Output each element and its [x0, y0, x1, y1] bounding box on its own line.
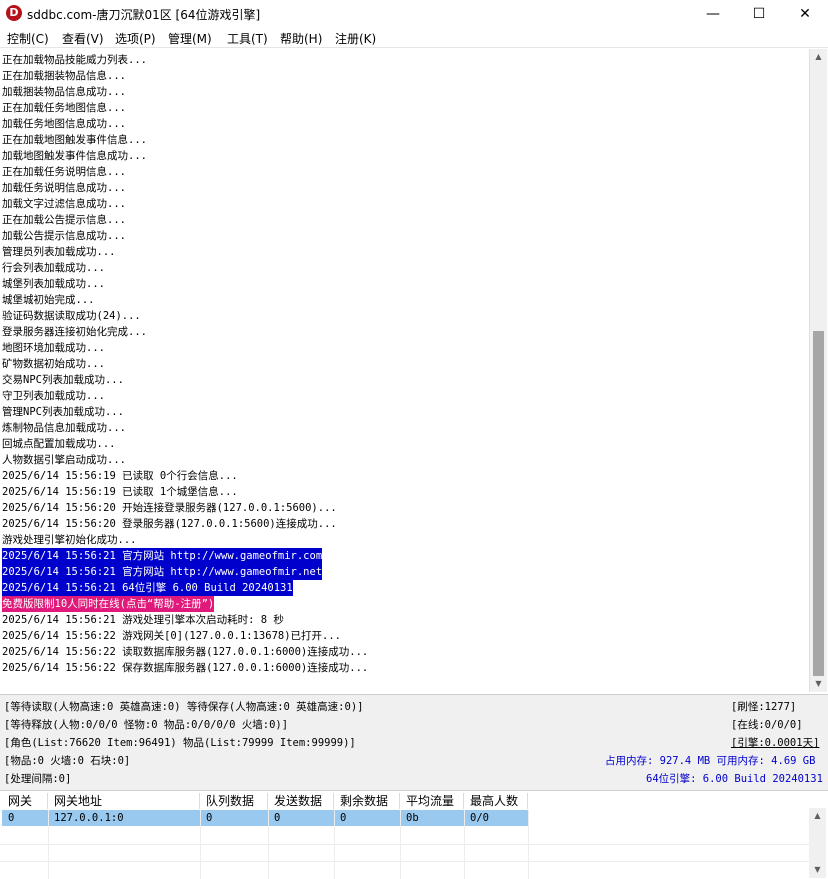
- log-line: 2025/6/14 15:56:22 读取数据库服务器(127.0.0.1:60…: [2, 646, 369, 658]
- log-line: 2025/6/14 15:56:20 开始连接登录服务器(127.0.0.1:5…: [2, 502, 337, 514]
- column-divider: [464, 810, 465, 879]
- log-line: 炼制物品信息加载成功...: [2, 422, 126, 434]
- scroll-up-icon[interactable]: ▲: [810, 49, 827, 65]
- status-version: 64位引擎: 6.00 Build 20240131: [646, 773, 823, 785]
- log-line: 2025/6/14 15:56:21 64位引擎 6.00 Build 2024…: [2, 580, 293, 596]
- log-panel[interactable]: 正在加载物品技能威力列表... 正在加载捆装物品信息... 加载捆装物品信息成功..…: [1, 49, 809, 692]
- menu-tools[interactable]: 工具(T): [227, 30, 268, 47]
- app-logo-icon: D: [6, 5, 22, 21]
- log-line: 管理员列表加载成功...: [2, 246, 116, 258]
- column-divider: [268, 810, 269, 879]
- log-line: 2025/6/14 15:56:21 官方网站 http://www.gameo…: [2, 564, 323, 580]
- table-scrollbar[interactable]: ▲ ▼: [809, 808, 826, 878]
- menu-bar: 控制(C) 查看(V) 选项(P) 管理(M) 工具(T) 帮助(H) 注册(K…: [0, 28, 828, 48]
- cell-max-players: 0/0: [470, 812, 489, 824]
- status-panel: [等待读取(人物高速:0 英雄高速:0) 等待保存(人物高速:0 英雄高速:0)…: [0, 694, 828, 791]
- status-refresh-monster: [刷怪:1277]: [731, 701, 797, 713]
- log-line: 正在加载物品技能威力列表...: [2, 54, 147, 66]
- status-roles: [角色(List:76620 Item:96491) 物品(List:79999…: [4, 737, 356, 749]
- log-line: 加载文字过滤信息成功...: [2, 198, 126, 210]
- status-queue: [等待读取(人物高速:0 英雄高速:0) 等待保存(人物高速:0 英雄高速:0)…: [4, 701, 364, 713]
- cell-remaining: 0: [340, 812, 347, 824]
- log-line: 验证码数据读取成功(24)...: [2, 310, 141, 322]
- status-memory: 占用内存: 927.4 MB 可用内存: 4.69 GB: [605, 755, 816, 767]
- gateway-table: 网关 网关地址 队列数据 发送数据 剩余数据 平均流量 最高人数 0 127.0…: [0, 790, 828, 879]
- log-line: 2025/6/14 15:56:21 游戏处理引擎本次启动耗时: 8 秒: [2, 614, 284, 626]
- log-line: 加载任务地图信息成功...: [2, 118, 126, 130]
- status-online: [在线:0/0/0]: [731, 719, 803, 731]
- log-line: 加载捆装物品信息成功...: [2, 86, 126, 98]
- column-divider: [48, 810, 49, 879]
- column-divider: [528, 810, 529, 879]
- menu-manage[interactable]: 管理(M): [168, 30, 212, 47]
- log-line: 2025/6/14 15:56:22 游戏网关[0](127.0.0.1:136…: [2, 630, 342, 642]
- table-scroll-up-icon[interactable]: ▲: [809, 808, 826, 824]
- status-release: [等待释放(人物:0/0/0 怪物:0 物品:0/0/0/0 火墙:0)]: [4, 719, 289, 731]
- log-line: 回城点配置加载成功...: [2, 438, 116, 450]
- cell-gateway: 0: [8, 812, 15, 824]
- log-line: 交易NPC列表加载成功...: [2, 374, 124, 386]
- log-line: 城堡城初始完成...: [2, 294, 95, 306]
- log-line: 人物数据引擎启动成功...: [2, 454, 126, 466]
- column-header-gateway[interactable]: 网关: [2, 793, 48, 809]
- log-line: 2025/6/14 15:56:21 官方网站 http://www.gameo…: [2, 548, 323, 564]
- status-items: [物品:0 火墙:0 石块:0]: [4, 755, 131, 767]
- log-line: 行会列表加载成功...: [2, 262, 105, 274]
- log-line: 正在加载任务说明信息...: [2, 166, 126, 178]
- status-engine-uptime[interactable]: [引擎:0.0001天]: [731, 735, 819, 751]
- log-line: 管理NPC列表加载成功...: [2, 406, 124, 418]
- row-divider: [0, 844, 810, 845]
- column-divider: [200, 810, 201, 879]
- log-scrollbar[interactable]: ▲ ▼: [809, 49, 827, 692]
- column-header-avg-traffic[interactable]: 平均流量: [400, 793, 464, 809]
- scroll-thumb[interactable]: [813, 331, 824, 676]
- log-line: 登录服务器连接初始化完成...: [2, 326, 147, 338]
- column-divider: [334, 810, 335, 879]
- menu-help[interactable]: 帮助(H): [280, 30, 322, 47]
- log-line: 正在加载任务地图信息...: [2, 102, 126, 114]
- log-line: 加载公告提示信息成功...: [2, 230, 126, 242]
- log-line: 2025/6/14 15:56:19 已读取 0个行会信息...: [2, 470, 238, 482]
- log-line: 正在加载地图触发事件信息...: [2, 134, 147, 146]
- column-header-sent[interactable]: 发送数据: [268, 793, 334, 809]
- scroll-down-icon[interactable]: ▼: [810, 676, 827, 692]
- column-divider: [400, 810, 401, 879]
- cell-avg-traffic: 0b: [406, 812, 419, 824]
- log-line: 正在加载公告提示信息...: [2, 214, 126, 226]
- maximize-button[interactable]: ☐: [736, 0, 782, 28]
- menu-control[interactable]: 控制(C): [7, 30, 49, 47]
- log-line[interactable]: 免费版限制10人同时在线(点击“帮助-注册”): [2, 596, 215, 612]
- cell-address: 127.0.0.1:0: [54, 812, 124, 824]
- log-line: 地图环境加载成功...: [2, 342, 105, 354]
- table-scroll-down-icon[interactable]: ▼: [809, 862, 826, 878]
- log-line: 矿物数据初始成功...: [2, 358, 105, 370]
- menu-options[interactable]: 选项(P): [115, 30, 156, 47]
- log-line: 加载任务说明信息成功...: [2, 182, 126, 194]
- minimize-button[interactable]: —: [690, 0, 736, 28]
- row-divider: [0, 861, 810, 862]
- log-line: 2025/6/14 15:56:20 登录服务器(127.0.0.1:5600)…: [2, 518, 337, 530]
- window-title: sddbc.com-唐刀沉默01区 [64位游戏引擎]: [27, 8, 261, 22]
- menu-view[interactable]: 查看(V): [62, 30, 104, 47]
- log-line: 守卫列表加载成功...: [2, 390, 105, 402]
- log-line: 2025/6/14 15:56:19 已读取 1个城堡信息...: [2, 486, 238, 498]
- column-header-remaining[interactable]: 剩余数据: [334, 793, 400, 809]
- menu-register[interactable]: 注册(K): [335, 30, 376, 47]
- log-line: 城堡列表加载成功...: [2, 278, 105, 290]
- log-line: 游戏处理引擎初始化成功...: [2, 534, 137, 546]
- log-line: 正在加载捆装物品信息...: [2, 70, 126, 82]
- status-interval: [处理间隔:0]: [4, 773, 72, 785]
- cell-sent: 0: [274, 812, 281, 824]
- column-header-address[interactable]: 网关地址: [48, 793, 200, 809]
- column-header-queue[interactable]: 队列数据: [200, 793, 268, 809]
- log-line: 2025/6/14 15:56:22 保存数据库服务器(127.0.0.1:60…: [2, 662, 369, 674]
- close-button[interactable]: ✕: [782, 0, 828, 28]
- log-line: 加载地图触发事件信息成功...: [2, 150, 147, 162]
- cell-queue: 0: [206, 812, 213, 824]
- column-header-max-players[interactable]: 最高人数: [464, 793, 528, 809]
- title-bar: D sddbc.com-唐刀沉默01区 [64位游戏引擎] — ☐ ✕: [0, 0, 828, 28]
